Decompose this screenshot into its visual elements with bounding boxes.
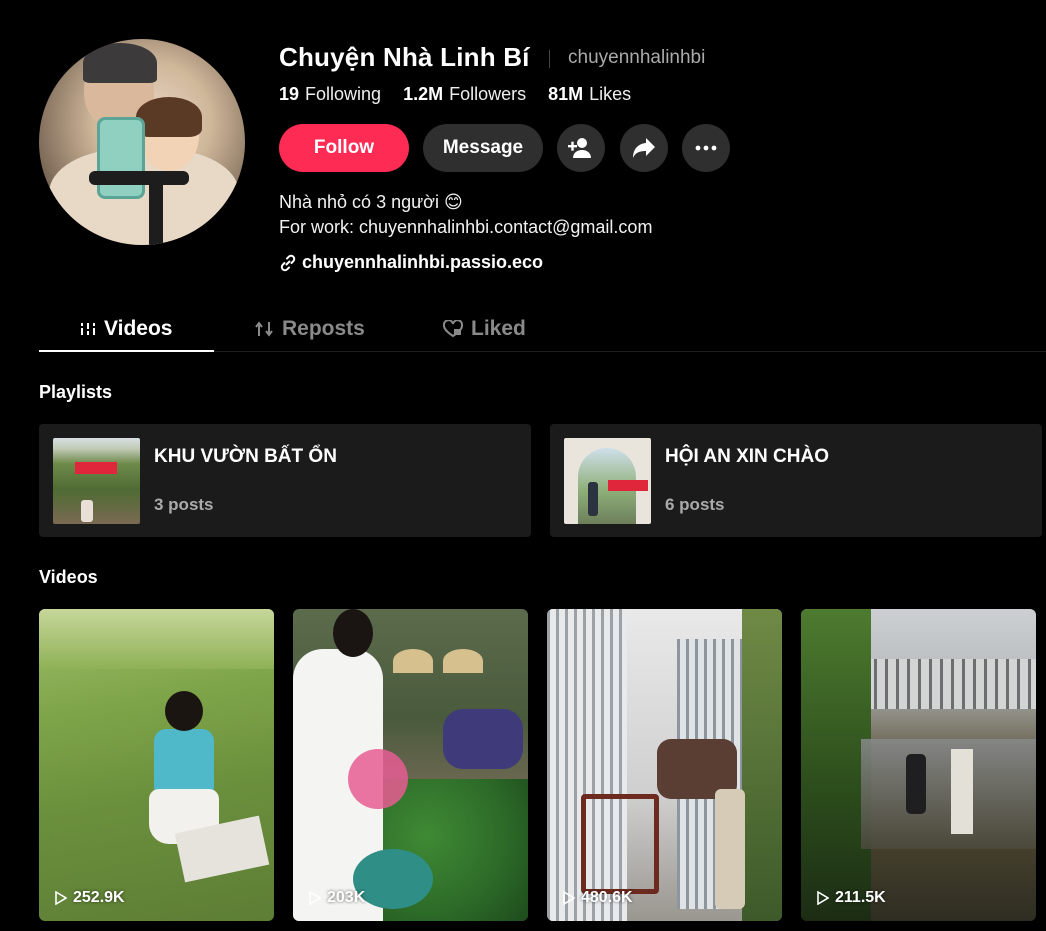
profile-avatar[interactable] xyxy=(39,39,245,245)
playlist-post-count: 6 posts xyxy=(665,495,725,514)
video-figure xyxy=(348,749,408,809)
following-stat[interactable]: 19 Following xyxy=(279,84,381,105)
video-views: 203K xyxy=(309,889,365,907)
view-count: 252.9K xyxy=(73,889,125,906)
more-icon xyxy=(695,145,717,151)
followers-stat[interactable]: 1.2M Followers xyxy=(403,84,526,105)
view-count: 211.5K xyxy=(835,889,886,906)
video-card[interactable]: 211.5K xyxy=(801,609,1036,921)
profile-name: Chuyện Nhà Linh Bí xyxy=(279,42,530,72)
profile-bio: Nhà nhỏ có 3 người 😊 For work: chuyennha… xyxy=(279,190,652,240)
thumbnail-figure xyxy=(81,500,93,522)
playlist-card[interactable]: HỘI AN XIN CHÀO 6 posts xyxy=(550,424,1042,537)
play-icon xyxy=(309,891,321,905)
tab-videos[interactable]: Videos xyxy=(80,305,172,352)
play-icon xyxy=(55,891,67,905)
profile-link[interactable]: chuyennhalinhbi.passio.eco xyxy=(279,252,543,273)
profile-tabs: Videos Reposts Liked xyxy=(39,305,1046,352)
video-card[interactable]: 252.9K xyxy=(39,609,274,921)
video-figure xyxy=(443,649,483,673)
tab-label: Liked xyxy=(471,316,526,340)
avatar-figure xyxy=(89,171,189,185)
bio-line: Nhà nhỏ có 3 người 😊 xyxy=(279,192,463,212)
link-text: chuyennhalinhbi.passio.eco xyxy=(302,252,544,272)
heart-lock-icon xyxy=(443,319,463,337)
video-card[interactable]: 203K xyxy=(293,609,528,921)
video-views: 480.6K xyxy=(563,889,633,907)
thumbnail-figure xyxy=(588,482,598,516)
video-views: 252.9K xyxy=(55,889,125,907)
avatar-figure xyxy=(97,117,145,199)
followers-label: Followers xyxy=(449,84,527,104)
following-label: Following xyxy=(305,84,382,104)
playlist-thumbnail xyxy=(53,438,140,524)
videos-heading: Videos xyxy=(39,567,98,587)
thumbnail-sticker xyxy=(75,462,117,474)
tab-label: Videos xyxy=(104,316,173,340)
thumbnail-sticker xyxy=(608,480,648,491)
share-button[interactable] xyxy=(620,124,668,172)
likes-label: Likes xyxy=(589,84,632,104)
grid-icon xyxy=(81,322,95,335)
video-reflection xyxy=(861,739,1036,849)
name-divider xyxy=(549,50,550,68)
playlist-title: KHU VƯỜN BẤT ỔN xyxy=(154,446,337,467)
tab-liked[interactable]: Liked xyxy=(443,305,526,352)
active-tab-indicator xyxy=(39,350,214,352)
video-figure xyxy=(393,649,433,673)
bio-line: For work: chuyennhalinhbi.contact@gmail.… xyxy=(279,217,653,237)
likes-count: 81M xyxy=(548,84,584,104)
video-scene xyxy=(742,609,782,921)
avatar-figure xyxy=(83,43,157,83)
repost-icon xyxy=(255,320,273,337)
tab-reposts[interactable]: Reposts xyxy=(254,305,365,352)
video-card[interactable]: 480.6K xyxy=(547,609,782,921)
video-figure xyxy=(906,754,926,814)
video-figure xyxy=(333,609,373,657)
playlist-title: HỘI AN XIN CHÀO xyxy=(665,446,829,467)
follow-button[interactable]: Follow xyxy=(279,124,409,172)
more-button[interactable] xyxy=(682,124,730,172)
add-friend-icon xyxy=(568,138,591,158)
playlists-heading: Playlists xyxy=(39,382,113,402)
playlist-thumbnail xyxy=(564,438,651,524)
play-icon xyxy=(563,891,575,905)
video-figure xyxy=(581,794,659,894)
profile-handle: chuyennhalinhbi xyxy=(568,47,706,68)
add-friend-button[interactable] xyxy=(557,124,605,172)
video-scene xyxy=(39,609,274,669)
video-figure xyxy=(443,709,523,769)
likes-stat: 81M Likes xyxy=(548,84,631,105)
tab-label: Reposts xyxy=(282,316,365,340)
video-figure xyxy=(165,691,203,731)
share-icon xyxy=(633,138,655,158)
playlist-card[interactable]: KHU VƯỜN BẤT ỔN 3 posts xyxy=(39,424,531,537)
following-count: 19 xyxy=(279,84,300,104)
video-figure xyxy=(715,789,745,909)
message-button[interactable]: Message xyxy=(423,124,543,172)
video-views: 211.5K xyxy=(817,889,886,907)
followers-count: 1.2M xyxy=(403,84,444,104)
avatar-figure xyxy=(149,179,163,245)
view-count: 203K xyxy=(327,889,366,906)
avatar-figure xyxy=(136,97,202,137)
video-figure xyxy=(951,749,973,834)
play-icon xyxy=(817,891,829,905)
profile-stats: 19 Following 1.2M Followers 81M Likes xyxy=(279,84,631,105)
link-icon xyxy=(280,254,296,271)
view-count: 480.6K xyxy=(581,889,633,906)
playlist-post-count: 3 posts xyxy=(154,495,214,514)
